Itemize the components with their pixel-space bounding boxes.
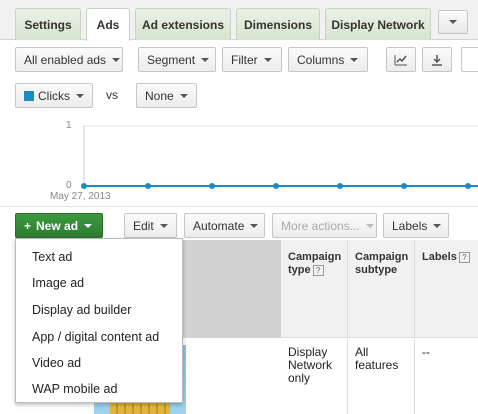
menu-item-image-ad[interactable]: Image ad [32, 276, 84, 290]
data-point[interactable] [401, 183, 407, 189]
chevron-down-icon [112, 57, 121, 62]
campaign-subtype-header-label: Campaign subtype [355, 251, 409, 276]
automate-dropdown[interactable]: Automate [184, 213, 265, 238]
new-ad-button[interactable]: + New ad [15, 213, 103, 238]
download-button[interactable] [422, 47, 452, 72]
filter-dropdown[interactable]: Filter [222, 47, 282, 72]
vs-label: vs [106, 88, 118, 102]
chevron-down-icon [84, 223, 93, 228]
chevron-down-icon [449, 20, 457, 24]
data-point[interactable] [145, 183, 151, 189]
menu-item-wap-mobile-ad[interactable]: WAP mobile ad [32, 382, 117, 396]
chevron-down-icon [159, 223, 168, 228]
filter-label: Filter [231, 52, 258, 67]
tab-settings[interactable]: Settings [15, 8, 81, 40]
menu-item-text-ad[interactable]: Text ad [32, 250, 72, 264]
campaign-type-header[interactable]: Campaign type? [281, 240, 348, 338]
more-tabs-button[interactable] [438, 10, 468, 34]
labels-dropdown[interactable]: Labels [383, 213, 449, 238]
data-point[interactable] [81, 183, 87, 189]
chevron-down-icon [263, 57, 272, 62]
tab-ads[interactable]: Ads [86, 8, 130, 41]
toggle-graph-button[interactable] [386, 47, 416, 72]
help-icon[interactable]: ? [458, 251, 470, 263]
labels-header[interactable]: Labels? [415, 240, 478, 338]
campaign-subtype-header[interactable]: Campaign subtype [348, 240, 415, 338]
search-input[interactable] [461, 47, 478, 72]
metric1-color-swatch [24, 90, 34, 101]
chevron-down-icon [433, 223, 442, 228]
chevron-down-icon [365, 223, 374, 228]
segment-dropdown[interactable]: Segment [138, 47, 216, 72]
automate-label: Automate [193, 218, 245, 233]
divider [0, 206, 478, 207]
chevron-down-icon [350, 57, 359, 62]
tab-dimensions[interactable]: Dimensions [236, 8, 320, 40]
data-point[interactable] [337, 183, 343, 189]
chevron-down-icon [179, 93, 188, 98]
data-point[interactable] [209, 183, 215, 189]
new-ad-menu: Text ad Image ad Display ad builder App … [15, 238, 183, 403]
metric1-label: Clicks [38, 88, 70, 103]
segment-label: Segment [147, 52, 196, 67]
menu-item-video-ad[interactable]: Video ad [32, 356, 81, 370]
more-actions-dropdown[interactable]: More actions... [272, 213, 377, 238]
ad-column-header [183, 240, 281, 338]
columns-label: Columns [297, 52, 345, 67]
enabled-ads-filter-dropdown[interactable]: All enabled ads [15, 47, 123, 72]
data-point[interactable] [465, 183, 471, 189]
tab-ad-extensions[interactable]: Ad extensions [135, 8, 231, 40]
tab-bar: Settings Ads Ad extensions Dimensions Di… [0, 0, 478, 41]
chevron-down-icon [250, 223, 259, 228]
edit-label: Edit [133, 218, 154, 233]
data-point[interactable] [273, 183, 279, 189]
metric2-dropdown[interactable]: None [136, 83, 197, 108]
columns-dropdown[interactable]: Columns [288, 47, 368, 72]
more-actions-label: More actions... [281, 218, 360, 233]
chevron-down-icon [76, 93, 84, 98]
new-ad-label: New ad [36, 218, 79, 233]
help-icon[interactable]: ? [312, 264, 324, 276]
menu-item-app-digital-content-ad[interactable]: App / digital content ad [32, 330, 159, 344]
metric1-dropdown[interactable]: Clicks [15, 83, 93, 108]
metric2-label: None [145, 88, 174, 103]
enabled-ads-filter-label: All enabled ads [24, 52, 107, 67]
campaign-subtype-cell: All features [348, 339, 415, 414]
menu-item-display-ad-builder[interactable]: Display ad builder [32, 303, 131, 317]
adwords-ads-view: Settings Ads Ad extensions Dimensions Di… [0, 0, 478, 414]
campaign-type-cell: Display Network only [281, 339, 348, 414]
labels-label: Labels [392, 218, 428, 233]
labels-cell: -- [422, 345, 430, 359]
line-chart-icon [394, 54, 407, 65]
download-icon [432, 54, 442, 66]
clicks-line-chart [81, 125, 478, 189]
plus-icon: + [24, 218, 32, 233]
edit-dropdown[interactable]: Edit [124, 213, 177, 238]
tab-display-network[interactable]: Display Network [325, 8, 431, 40]
labels-header-label: Labels [422, 251, 457, 263]
chevron-down-icon [201, 57, 210, 62]
